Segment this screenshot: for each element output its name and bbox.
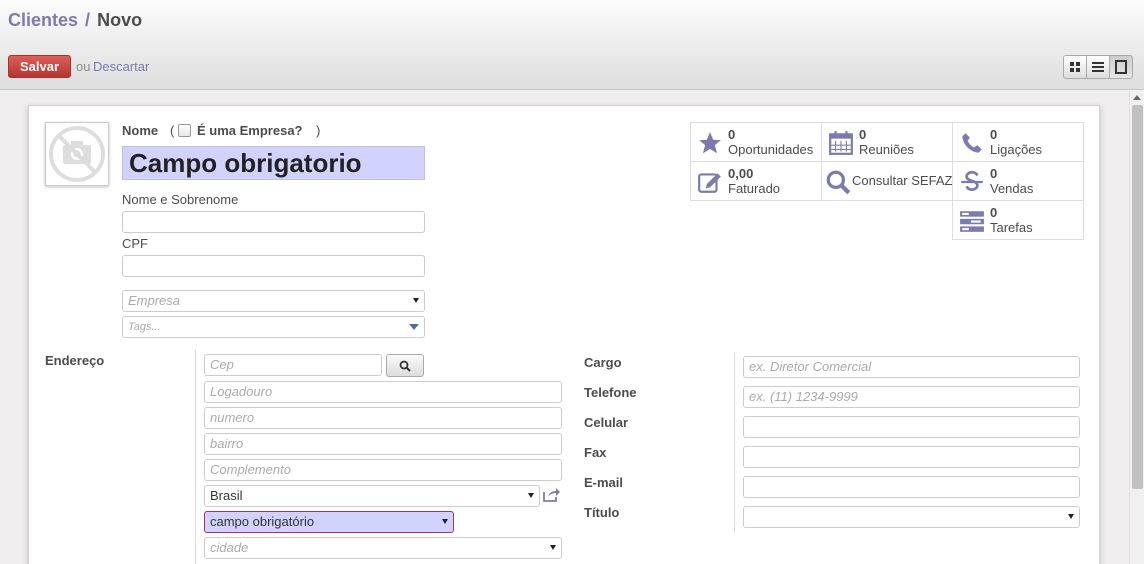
stat-label: Oportunidades [728,142,814,157]
scroll-up-arrow[interactable] [1133,95,1141,100]
city-select-text: cidade [210,540,249,555]
stat-label: Reuniões [859,142,914,157]
phone-icon [962,133,982,153]
form-icon [1115,60,1127,74]
stat-label: Tarefas [990,220,1033,235]
mobile-field[interactable] [743,416,1080,438]
chevron-down-icon [550,545,556,550]
edit-icon [698,173,721,193]
job-field[interactable]: ex. Diretor Comercial [743,356,1080,378]
vertical-scrollbar[interactable] [1129,91,1144,564]
company-close-paren: ) [316,123,321,138]
breadcrumb-separator: / [85,10,91,30]
city-select[interactable]: cidade [204,537,562,559]
stat-value: 0 [859,127,867,142]
cpf-field[interactable] [122,255,425,277]
stat-label: Faturado [728,181,781,196]
stat-label: Ligações [990,142,1043,157]
chevron-down-icon [442,519,448,524]
search-icon [826,170,851,195]
list-view-button[interactable] [1086,55,1110,79]
phone-field[interactable]: ex. (11) 1234-9999 [743,386,1080,408]
name-label: Nome [122,123,159,138]
job-label: Cargo [584,355,622,370]
is-company-label: É uma Empresa? [197,123,303,138]
fax-field[interactable] [743,446,1080,468]
state-select[interactable]: campo obrigatório [204,511,454,533]
no-photo-icon [49,126,105,182]
chevron-down-icon [409,324,419,330]
tags-select-text: Tags... [128,321,161,333]
tasks-icon [960,211,984,232]
strikethrough-icon [961,170,983,191]
company-open-paren: ( [170,123,175,138]
breadcrumb-current: Novo [97,10,143,30]
address-divider [195,350,196,564]
scroll-thumb[interactable] [1132,105,1143,489]
state-select-text: campo obrigatório [210,514,315,529]
is-company-checkbox[interactable] [178,124,191,137]
chevron-down-icon [1068,514,1074,519]
full-name-label: Nome e Sobrenome [122,192,239,207]
contact-divider [734,352,735,532]
stat-value: 0,00 [728,166,754,181]
calendar-icon [829,131,853,155]
save-button[interactable]: Salvar [8,55,71,78]
stat-value: 0 [990,127,998,142]
list-icon [1092,62,1104,72]
email-label: E-mail [584,475,624,490]
stat-label: Consultar SEFAZ [852,173,953,188]
stat-value: 0 [728,127,736,142]
form-view-button[interactable] [1109,55,1133,79]
email-field[interactable] [743,476,1080,498]
cpf-label: CPF [122,236,148,251]
meetings-button[interactable]: 0 Reuniões [821,122,953,162]
or-text: ou [76,59,91,74]
tags-select[interactable]: Tags... [122,316,425,338]
kanban-view-button[interactable] [1063,55,1087,79]
address-label: Endereço [45,353,105,368]
smart-buttons: 0 Oportunidades 0 Reuniões 0 Ligações 0,… [690,122,1084,240]
full-name-field[interactable] [122,211,425,233]
fax-label: Fax [584,445,607,460]
title-label: Título [584,505,620,520]
view-switcher [1063,55,1133,79]
phone-label: Telefone [584,385,637,400]
avatar[interactable] [45,122,109,186]
cep-field[interactable]: Cep [204,354,382,376]
search-icon [399,360,411,372]
sales-button[interactable]: 0 Vendas [952,161,1084,201]
external-link-icon[interactable] [543,488,560,502]
stat-label: Vendas [990,181,1034,196]
tasks-button[interactable]: 0 Tarefas [952,200,1084,240]
company-select[interactable]: Empresa [122,290,425,312]
name-input[interactable]: Campo obrigatorio [122,146,425,180]
star-icon [699,132,721,154]
calls-button[interactable]: 0 Ligações [952,122,1084,162]
stat-value: 0 [990,205,998,220]
chevron-down-icon [528,493,534,498]
discard-link[interactable]: Descartar [93,59,149,74]
grid-icon [1070,62,1080,72]
breadcrumb-parent-link[interactable]: Clientes [8,10,78,30]
street-field[interactable]: Logadouro [204,381,562,403]
breadcrumb: Clientes / Novo [8,10,142,31]
chevron-down-icon [413,298,419,303]
control-panel: Clientes / Novo Salvar ou Descartar [0,0,1144,90]
stat-value: 0 [990,166,998,181]
sefaz-button[interactable]: Consultar SEFAZ [821,161,953,201]
mobile-label: Celular [584,415,629,430]
district-field[interactable]: bairro [204,433,562,455]
opportunities-button[interactable]: 0 Oportunidades [690,122,822,162]
complement-field[interactable]: Complemento [204,459,562,481]
country-select[interactable]: Brasil [204,485,540,507]
country-select-text: Brasil [210,488,243,503]
cep-search-button[interactable] [386,354,424,377]
number-field[interactable]: numero [204,407,562,429]
invoiced-button[interactable]: 0,00 Faturado [690,161,822,201]
title-select[interactable] [743,506,1080,528]
company-select-text: Empresa [128,293,181,308]
